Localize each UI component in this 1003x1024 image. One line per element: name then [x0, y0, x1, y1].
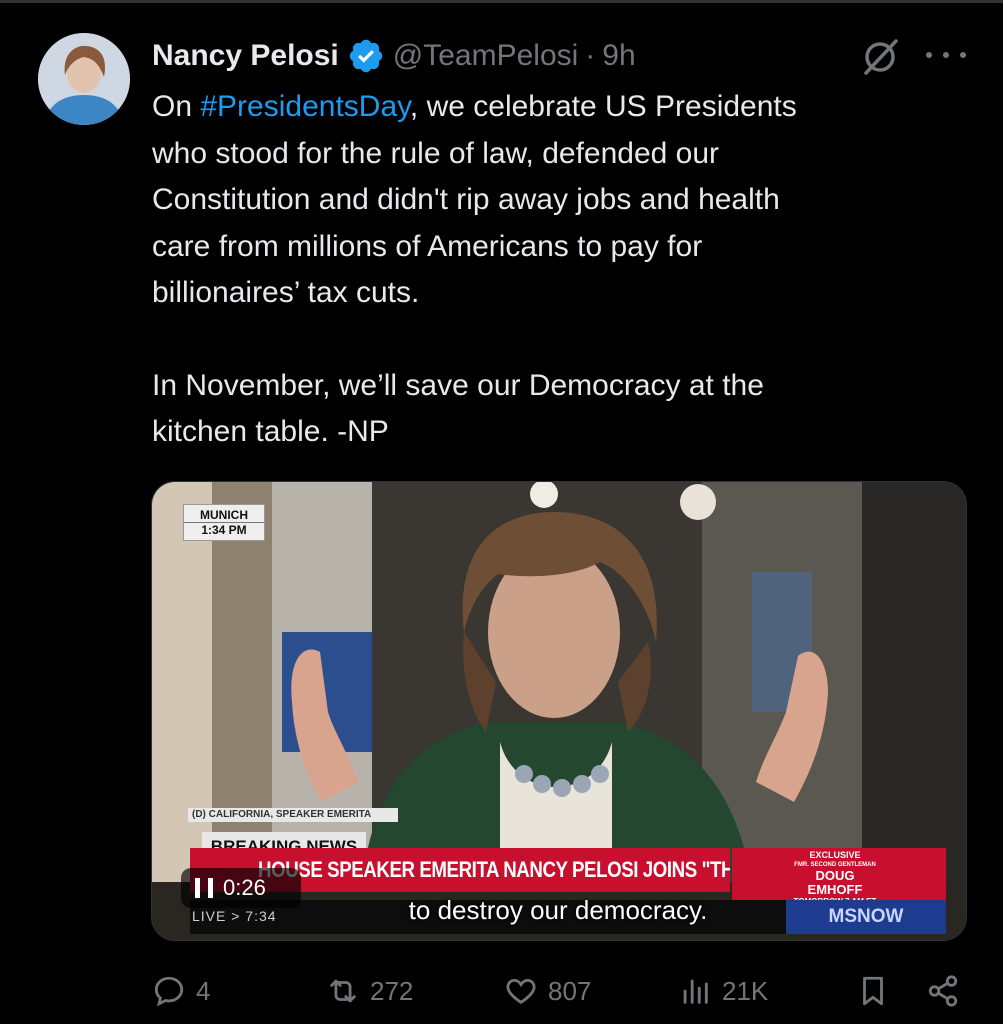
- video-caption: to destroy our democracy.: [408, 895, 708, 925]
- tweet-line-2: who stood for the rule of law, defended …: [152, 136, 720, 170]
- action-bar: 4 272 807 21K: [152, 966, 972, 1016]
- network-logo: MSNOW: [786, 900, 946, 934]
- reply-count: 4: [196, 975, 211, 1006]
- retweet-icon: [330, 979, 356, 1003]
- tweet-line-3: Constitution and didn't rip away jobs an…: [152, 183, 780, 216]
- tweet-line-4: care from millions of Americans to pay f…: [152, 229, 703, 263]
- like-button[interactable]: 807: [504, 966, 591, 1016]
- bookmark-button[interactable]: [856, 966, 900, 1016]
- post-time[interactable]: 9h: [602, 39, 635, 73]
- author-name[interactable]: Nancy Pelosi: [152, 39, 339, 73]
- reply-icon: [154, 976, 184, 1007]
- elapsed-time: 0:26: [223, 875, 266, 900]
- repost-button[interactable]: 272: [326, 966, 413, 1016]
- tweet-text: On #PresidentsDay, we celebrate US Presi…: [152, 84, 942, 456]
- top-divider: [0, 0, 1003, 3]
- verified-badge-icon[interactable]: [347, 37, 385, 75]
- like-icon: [506, 978, 536, 1004]
- live-label: LIVE > 7:34: [192, 908, 277, 924]
- share-button[interactable]: [926, 966, 970, 1016]
- views-count: 21K: [722, 975, 769, 1006]
- avatar[interactable]: [38, 33, 130, 125]
- views-icon: [683, 979, 708, 1004]
- reply-button[interactable]: 4: [152, 966, 210, 1016]
- tweet-line-7: kitchen table. -NP: [152, 415, 389, 448]
- location-bug: MUNICH 1:34 PM: [183, 504, 265, 541]
- tweet-line-1: On #PresidentsDay, we celebrate US Presi…: [152, 90, 797, 123]
- location-time: 1:34 PM: [201, 523, 247, 537]
- views-button[interactable]: 21K: [678, 966, 768, 1016]
- playback-control[interactable]: 0:26: [181, 868, 301, 908]
- location-city: MUNICH: [184, 508, 264, 523]
- grok-icon[interactable]: [858, 35, 902, 79]
- header-separator: ·: [585, 39, 596, 72]
- tweet-line-6: In November, we’ll save our Democracy at…: [152, 368, 764, 402]
- repost-count: 272: [370, 975, 414, 1006]
- lower-third-strip: (D) CALIFORNIA, SPEAKER EMERITA: [188, 808, 398, 822]
- video-player[interactable]: MUNICH 1:34 PM (D) CALIFORNIA, SPEAKER E…: [151, 481, 967, 941]
- more-icon[interactable]: [926, 40, 966, 70]
- share-icon: [928, 975, 958, 1007]
- bookmark-icon: [863, 976, 883, 1006]
- promo-text: EXCLUSIVE FMR. SECOND GENTLEMAN DOUG EMH…: [794, 850, 877, 906]
- tweet-line-5: billionaires’ tax cuts.: [152, 276, 420, 309]
- pause-icon[interactable]: [195, 878, 213, 898]
- like-count: 807: [548, 975, 592, 1006]
- tweet-header: Nancy Pelosi @TeamPelosi · 9h: [152, 34, 636, 78]
- hashtag-link[interactable]: #PresidentsDay: [200, 90, 410, 123]
- avatar-portrait: [38, 33, 130, 125]
- author-handle[interactable]: @TeamPelosi: [393, 39, 579, 73]
